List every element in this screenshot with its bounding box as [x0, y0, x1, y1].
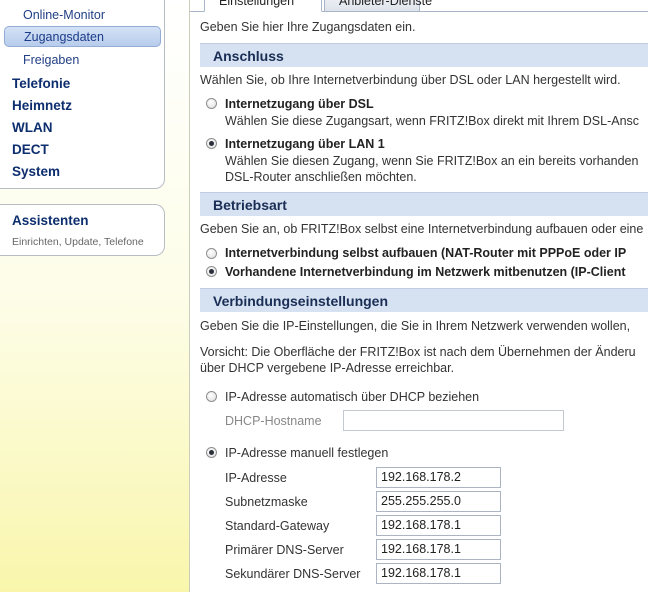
gateway-label: Standard-Gateway — [225, 519, 330, 533]
subnet-mask-label: Subnetzmaske — [225, 495, 308, 509]
radio-nat-router[interactable] — [206, 248, 217, 259]
section-betriebsart: Betriebsart — [200, 192, 648, 216]
option-manual-ip[interactable]: IP-Adresse manuell festlegen — [225, 446, 388, 460]
radio-dhcp[interactable] — [206, 391, 217, 402]
option-dhcp[interactable]: IP-Adresse automatisch über DHCP beziehe… — [225, 390, 479, 404]
tab-anbieter-dienste[interactable]: Anbieter-Dienste — [324, 0, 432, 12]
anschluss-description: Wählen Sie, ob Ihre Internetverbindung ü… — [200, 73, 621, 87]
nav-freigaben[interactable]: Freigaben — [23, 53, 79, 67]
radio-lan1[interactable] — [206, 138, 217, 149]
dhcp-hostname-input[interactable] — [343, 410, 564, 431]
betriebsart-description: Geben Sie an, ob FRITZ!Box selbst eine I… — [200, 222, 644, 236]
verbindung-description: Geben Sie die IP-Einstellungen, die Sie … — [200, 319, 631, 333]
gateway-input[interactable]: 192.168.178.1 — [376, 515, 501, 536]
nav-wlan[interactable]: WLAN — [12, 120, 53, 135]
main-navigation: Online-Monitor Zugangsdaten Freigaben Te… — [0, 0, 165, 189]
option-dsl-title[interactable]: Internetzugang über DSL — [225, 97, 374, 111]
subnet-mask-input[interactable]: 255.255.255.0 — [376, 491, 501, 512]
nav-heimnetz[interactable]: Heimnetz — [12, 98, 72, 113]
assistant-subtitle: Einrichten, Update, Telefone — [12, 236, 144, 248]
option-lan1-description-2: DSL-Router anschließen möchten. — [225, 170, 417, 184]
radio-ip-client[interactable] — [206, 266, 217, 277]
nav-system[interactable]: System — [12, 164, 60, 179]
secondary-dns-label: Sekundärer DNS-Server — [225, 567, 361, 581]
dhcp-hostname-label: DHCP-Hostname — [225, 414, 322, 428]
primary-dns-label: Primärer DNS-Server — [225, 543, 344, 557]
ip-address-label: IP-Adresse — [225, 471, 287, 485]
option-lan1-description: Wählen Sie diesen Zugang, wenn Sie FRITZ… — [225, 154, 639, 168]
ip-address-input[interactable]: 192.168.178.2 — [376, 467, 501, 488]
radio-dsl[interactable] — [206, 98, 217, 109]
primary-dns-input[interactable]: 192.168.178.1 — [376, 539, 501, 560]
sidebar: Online-Monitor Zugangsdaten Freigaben Te… — [0, 0, 190, 592]
radio-manual-ip[interactable] — [206, 447, 217, 458]
assistant-title[interactable]: Assistenten — [12, 213, 89, 228]
verbindung-warning-2: über DHCP vergebene IP-Adresse erreichba… — [200, 361, 455, 375]
secondary-dns-input[interactable]: 192.168.178.1 — [376, 563, 501, 584]
option-lan1-title[interactable]: Internetzugang über LAN 1 — [225, 137, 385, 151]
section-verbindungseinstellungen: Verbindungseinstellungen — [200, 288, 648, 312]
assistant-box[interactable]: Assistenten Einrichten, Update, Telefone — [0, 204, 165, 256]
content-area: Einstellungen Anbieter-Dienste Geben Sie… — [190, 0, 648, 592]
option-ip-client[interactable]: Vorhandene Internetverbindung im Netzwer… — [225, 265, 626, 279]
option-nat-router[interactable]: Internetverbindung selbst aufbauen (NAT-… — [225, 246, 626, 260]
verbindung-warning: Vorsicht: Die Oberfläche der FRITZ!Box i… — [200, 345, 636, 359]
option-dsl-description: Wählen Sie diese Zugangsart, wenn FRITZ!… — [225, 114, 640, 128]
nav-dect[interactable]: DECT — [12, 142, 49, 157]
intro-text: Geben Sie hier Ihre Zugangsdaten ein. — [200, 20, 416, 34]
section-anschluss: Anschluss — [200, 43, 648, 67]
nav-online-monitor[interactable]: Online-Monitor — [23, 8, 105, 22]
nav-zugangsdaten[interactable]: Zugangsdaten — [4, 26, 161, 47]
nav-telefonie[interactable]: Telefonie — [12, 76, 70, 91]
